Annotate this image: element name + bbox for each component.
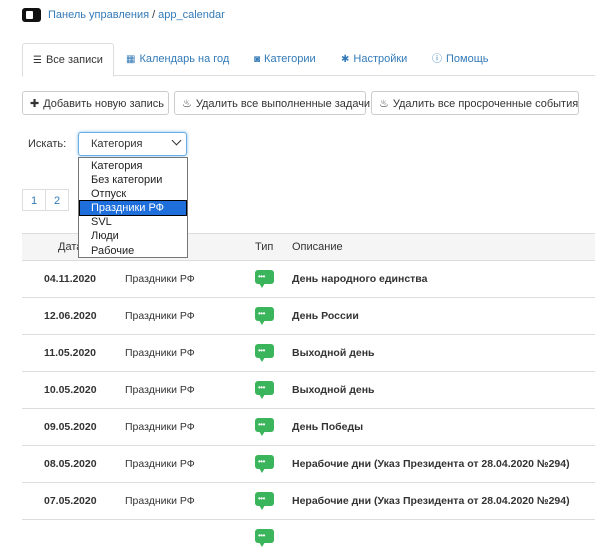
comment-icon <box>255 381 274 399</box>
row-description: Нерабочие дни (Указ Президента от 28.04.… <box>292 458 570 470</box>
table-row[interactable]: 10.05.2020 Праздники РФ Выходной день <box>22 371 595 409</box>
row-description: Выходной день <box>292 384 375 396</box>
row-category: Праздники РФ <box>125 310 195 322</box>
dropdown-option[interactable]: Люди <box>79 229 187 243</box>
dropdown-option[interactable]: Категория <box>79 159 187 173</box>
category-select-value: Категория <box>91 138 143 150</box>
row-category: Праздники РФ <box>125 347 195 359</box>
row-date: 10.05.2020 <box>44 384 97 396</box>
search-label: Искать: <box>28 138 67 150</box>
row-date: 09.05.2020 <box>44 421 97 433</box>
app-logo-icon <box>22 8 41 22</box>
dropdown-option[interactable]: SVL <box>79 215 187 229</box>
table-row[interactable]: 04.11.2020 Праздники РФ День народного е… <box>22 260 595 298</box>
column-header-description[interactable]: Описание <box>292 241 343 253</box>
plus-icon: ✚ <box>30 98 40 110</box>
comment-icon <box>255 307 274 325</box>
inbox-icon: ◙ <box>254 54 261 65</box>
row-description: Нерабочие дни (Указ Президента от 28.04.… <box>292 495 570 507</box>
table-row[interactable]: 11.05.2020 Праздники РФ Выходной день <box>22 334 595 372</box>
tab-label: Помощь <box>446 53 489 65</box>
breadcrumb: Панель управления / app_calendar <box>48 9 225 21</box>
tab-bar: ☰ Все записи ▦ Календарь на год ◙ Категории… <box>22 43 595 77</box>
page-button-1[interactable]: 1 <box>22 189 46 211</box>
row-category: Праздники РФ <box>125 384 195 396</box>
table-row[interactable]: 12.06.2020 Праздники РФ День России <box>22 297 595 335</box>
tab-settings[interactable]: ✱ Настройки <box>331 43 417 75</box>
column-header-type[interactable]: Тип <box>255 241 273 253</box>
fire-icon: ♨ <box>379 98 389 110</box>
delete-overdue-button[interactable]: ♨ Удалить все просроченные события <box>371 91 579 115</box>
row-category: Праздники РФ <box>125 495 195 507</box>
chevron-down-icon <box>171 135 182 146</box>
delete-done-label: Удалить все выполненные задачи <box>195 98 371 110</box>
tab-help[interactable]: ⓘ Помощь <box>422 43 499 75</box>
gear-icon: ✱ <box>341 54 350 65</box>
delete-done-button[interactable]: ♨ Удалить все выполненные задачи <box>174 91 370 115</box>
delete-overdue-label: Удалить все просроченные события <box>392 98 579 110</box>
row-date: 08.05.2020 <box>44 458 97 470</box>
add-record-label: Добавить новую запись <box>43 98 164 110</box>
row-date: 04.11.2020 <box>44 273 96 285</box>
tab-label: Настройки <box>353 53 408 65</box>
category-select[interactable]: Категория <box>78 132 187 156</box>
dropdown-option[interactable]: Отпуск <box>79 187 187 201</box>
table-row[interactable]: 07.05.2020 Праздники РФ Нерабочие дни (У… <box>22 482 595 520</box>
row-category: Праздники РФ <box>125 421 195 433</box>
list-icon: ☰ <box>33 55 42 66</box>
row-description: Выходной день <box>292 347 375 359</box>
tab-categories[interactable]: ◙ Категории <box>244 43 326 75</box>
row-description: День Победы <box>292 421 364 433</box>
category-dropdown-list: Категория Без категории Отпуск Праздники… <box>78 157 188 258</box>
breadcrumb-current-link[interactable]: app_calendar <box>158 9 225 21</box>
info-icon: ⓘ <box>432 54 442 65</box>
tab-label: Все записи <box>45 54 103 66</box>
comment-icon <box>255 455 274 473</box>
comment-icon <box>255 418 274 436</box>
row-category: Праздники РФ <box>125 273 195 285</box>
table-row[interactable]: 09.05.2020 Праздники РФ День Победы <box>22 408 595 446</box>
comment-icon <box>255 492 274 510</box>
row-date: 11.05.2020 <box>44 347 96 359</box>
breadcrumb-separator: / <box>152 9 156 21</box>
calendar-icon: ▦ <box>126 54 136 65</box>
tab-label: Календарь на год <box>139 53 230 65</box>
row-description: День России <box>292 310 359 322</box>
add-record-button[interactable]: ✚ Добавить новую запись <box>22 91 169 115</box>
comment-icon <box>255 270 274 288</box>
tab-all-records[interactable]: ☰ Все записи <box>22 43 114 77</box>
page-button-2[interactable]: 2 <box>45 189 69 211</box>
comment-icon <box>255 529 274 547</box>
row-description: День народного единства <box>292 273 428 285</box>
dropdown-option[interactable]: Рабочие <box>79 244 187 258</box>
tab-year-calendar[interactable]: ▦ Календарь на год <box>116 43 239 75</box>
tab-label: Категории <box>264 53 316 65</box>
row-date: 12.06.2020 <box>44 310 97 322</box>
row-category: Праздники РФ <box>125 458 195 470</box>
table-row[interactable]: 08.05.2020 Праздники РФ Нерабочие дни (У… <box>22 445 595 483</box>
breadcrumb-root-link[interactable]: Панель управления <box>48 9 149 21</box>
comment-icon <box>255 344 274 362</box>
fire-icon: ♨ <box>182 98 192 110</box>
dropdown-option-highlighted[interactable]: Праздники РФ <box>79 200 187 217</box>
row-date: 07.05.2020 <box>44 495 97 507</box>
table-row[interactable] <box>22 519 595 557</box>
dropdown-option[interactable]: Без категории <box>79 173 187 187</box>
